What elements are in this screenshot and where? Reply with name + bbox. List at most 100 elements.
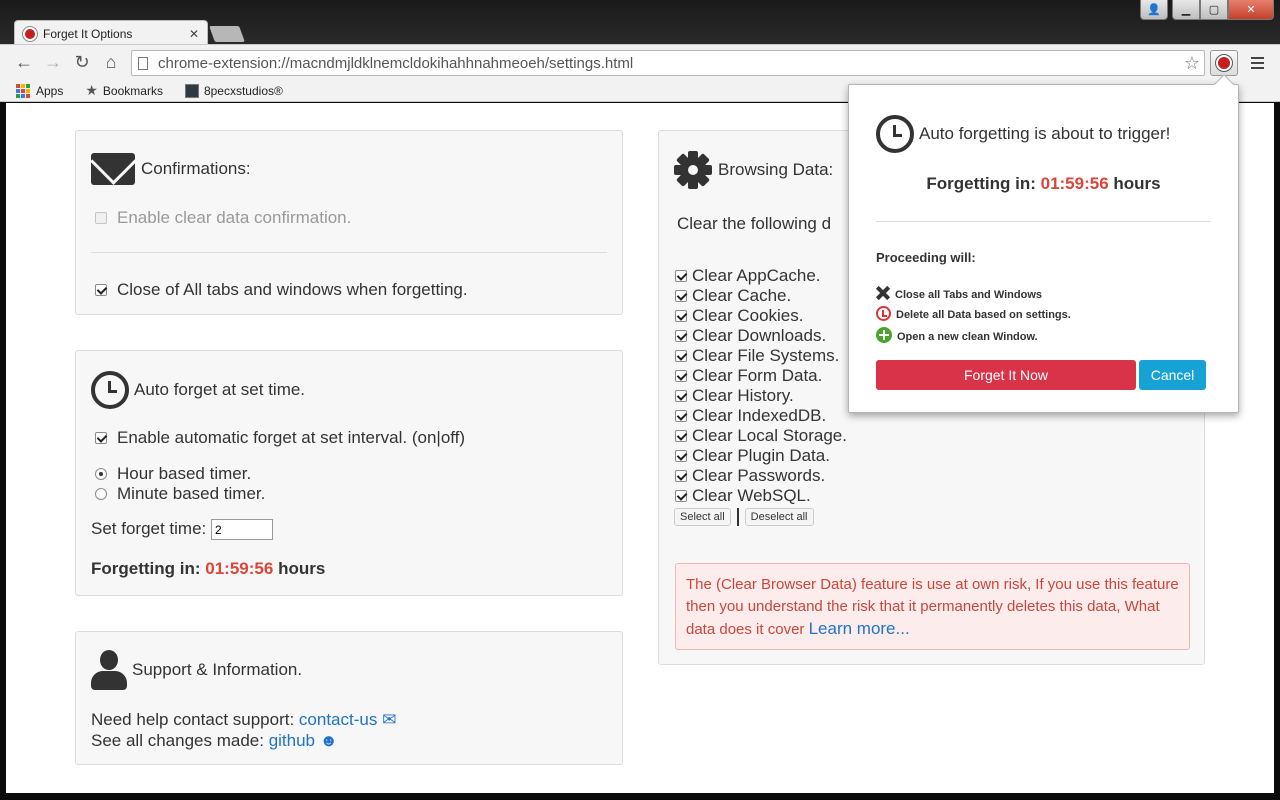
close-tabs-option: Close of All tabs and windows when forge… <box>95 280 468 300</box>
contact-text: Need help contact support: <box>91 710 295 729</box>
hour-timer-option: Hour based timer. <box>95 464 251 484</box>
auto-forget-panel: Auto forget at set time. Enable automati… <box>75 350 623 596</box>
maximize-button[interactable]: ▢ <box>1200 0 1228 20</box>
plus-circle-icon <box>876 327 892 343</box>
popup-clock-icon <box>876 115 914 153</box>
clear-item-checkbox[interactable] <box>675 450 687 462</box>
clear-confirmation-checkbox[interactable] <box>95 212 107 224</box>
popup-countdown-value: 01:59:56 <box>1040 174 1109 193</box>
clear-item-label: Clear File Systems. <box>692 346 840 365</box>
deselect-all-button[interactable]: Deselect all <box>744 508 814 526</box>
clear-item-checkbox[interactable] <box>675 270 687 282</box>
confirmations-header: Confirmations: <box>91 153 251 185</box>
learn-more-link[interactable]: Learn more... <box>809 619 910 638</box>
close-tabs-checkbox[interactable] <box>95 284 107 296</box>
proceeding-label: Proceeding will: <box>876 250 976 265</box>
gear-icon <box>674 151 712 189</box>
warning-text: The (Clear Browser Data) feature is use … <box>686 576 1179 638</box>
envelope-icon <box>91 153 135 185</box>
risk-warning: The (Clear Browser Data) feature is use … <box>675 563 1190 650</box>
set-time-row: Set forget time: <box>91 519 274 541</box>
auto-forget-header: Auto forget at set time. <box>91 371 305 409</box>
tab-favicon-icon <box>23 26 37 41</box>
action-label: Delete all Data based on settings. <box>896 309 1071 321</box>
minute-timer-radio[interactable] <box>95 488 107 500</box>
reload-button[interactable]: ↻ <box>68 49 96 77</box>
tab-close-icon[interactable]: ✕ <box>189 27 199 41</box>
clear-item-checkbox[interactable] <box>675 370 687 382</box>
list-item: Clear File Systems. <box>675 346 847 366</box>
bookmark-bookmarks[interactable]: ★ Bookmarks <box>85 82 163 99</box>
clock-icon <box>91 371 129 409</box>
confirmations-title: Confirmations: <box>141 159 251 178</box>
support-panel: Support & Information. Need help contact… <box>75 631 623 765</box>
clear-item-checkbox[interactable] <box>675 430 687 442</box>
clear-confirmation-label: Enable clear data confirmation. <box>117 208 352 227</box>
bookmark-star-icon[interactable]: ☆ <box>1184 53 1200 74</box>
browsing-data-title: Browsing Data: <box>718 160 834 179</box>
window-controls: 👤 ▁ ▢ ✕ <box>1140 0 1274 20</box>
list-item: Clear Local Storage. <box>675 426 847 446</box>
address-bar[interactable]: chrome-extension://macndmjldklnemcldokih… <box>131 50 1205 76</box>
popup-divider <box>876 221 1211 222</box>
extension-logo-icon <box>1216 55 1232 71</box>
clear-item-checkbox[interactable] <box>675 390 687 402</box>
chrome-menu-button[interactable] <box>1246 50 1268 76</box>
home-button[interactable]: ⌂ <box>97 49 125 77</box>
clear-item-checkbox[interactable] <box>675 310 687 322</box>
new-tab-button[interactable] <box>209 26 245 42</box>
url-text[interactable]: chrome-extension://macndmjldklnemcldokih… <box>158 55 1184 72</box>
clear-item-checkbox[interactable] <box>675 470 687 482</box>
list-item: Clear Downloads. <box>675 326 847 346</box>
tab-title: Forget It Options <box>43 26 133 41</box>
github-link[interactable]: github <box>269 731 315 750</box>
cancel-button[interactable]: Cancel <box>1139 360 1206 390</box>
forget-it-now-button[interactable]: Forget It Now <box>876 360 1136 390</box>
clear-item-checkbox[interactable] <box>675 330 687 342</box>
browser-toolbar: ← → ↻ ⌂ chrome-extension://macndmjldklne… <box>0 44 1280 80</box>
divider <box>91 252 607 253</box>
history-icon <box>876 306 891 321</box>
clear-item-checkbox[interactable] <box>675 490 687 502</box>
list-item: Clear AppCache. <box>675 266 847 286</box>
separator <box>736 508 739 526</box>
countdown-label: Forgetting in: <box>91 559 201 578</box>
set-time-input[interactable] <box>211 519 274 541</box>
bookmark-8pecxstudios[interactable]: 8pecxstudios® <box>184 83 283 98</box>
user-profile-button[interactable]: 👤 <box>1140 0 1168 20</box>
clear-item-checkbox[interactable] <box>675 290 687 302</box>
forward-button[interactable]: → <box>39 49 67 77</box>
back-button[interactable]: ← <box>10 49 38 77</box>
popup-heading: Auto forgetting is about to trigger! <box>919 124 1171 143</box>
clear-confirmation-option: Enable clear data confirmation. <box>95 208 351 228</box>
support-header: Support & Information. <box>91 650 302 690</box>
clear-item-label: Clear Form Data. <box>692 366 823 385</box>
browser-tab[interactable]: Forget It Options ✕ <box>14 20 208 46</box>
clear-item-label: Clear WebSQL. <box>692 486 811 505</box>
clear-item-label: Clear Cache. <box>692 286 792 305</box>
contact-us-link[interactable]: contact-us <box>299 710 377 729</box>
bookmark-label: Apps <box>36 83 64 98</box>
clear-item-label: Clear AppCache. <box>692 266 821 285</box>
thumbnail-icon <box>184 83 199 98</box>
hour-timer-radio[interactable] <box>95 468 107 480</box>
minimize-button[interactable]: ▁ <box>1172 0 1200 20</box>
action-label: Close all Tabs and Windows <box>895 289 1042 301</box>
select-buttons: Select all Deselect all <box>674 508 814 526</box>
envelope-small-icon: ✉ <box>382 710 397 729</box>
user-icon <box>91 650 127 690</box>
list-item: Clear History. <box>675 386 847 406</box>
enable-auto-checkbox[interactable] <box>95 432 107 444</box>
countdown-value: 01:59:56 <box>205 559 274 578</box>
auto-forget-title: Auto forget at set time. <box>134 380 306 399</box>
bookmark-apps[interactable]: Apps <box>16 83 64 98</box>
clear-item-checkbox[interactable] <box>675 350 687 362</box>
clear-item-checkbox[interactable] <box>675 410 687 422</box>
select-all-button[interactable]: Select all <box>674 508 731 526</box>
popup-header: Auto forgetting is about to trigger! <box>876 115 1170 153</box>
confirmations-panel: Confirmations: Enable clear data confirm… <box>75 130 623 315</box>
close-window-button[interactable]: ✕ <box>1228 0 1274 20</box>
support-title: Support & Information. <box>132 660 303 679</box>
forget-it-extension-button[interactable] <box>1210 50 1238 76</box>
bookmark-label: Bookmarks <box>102 83 163 98</box>
